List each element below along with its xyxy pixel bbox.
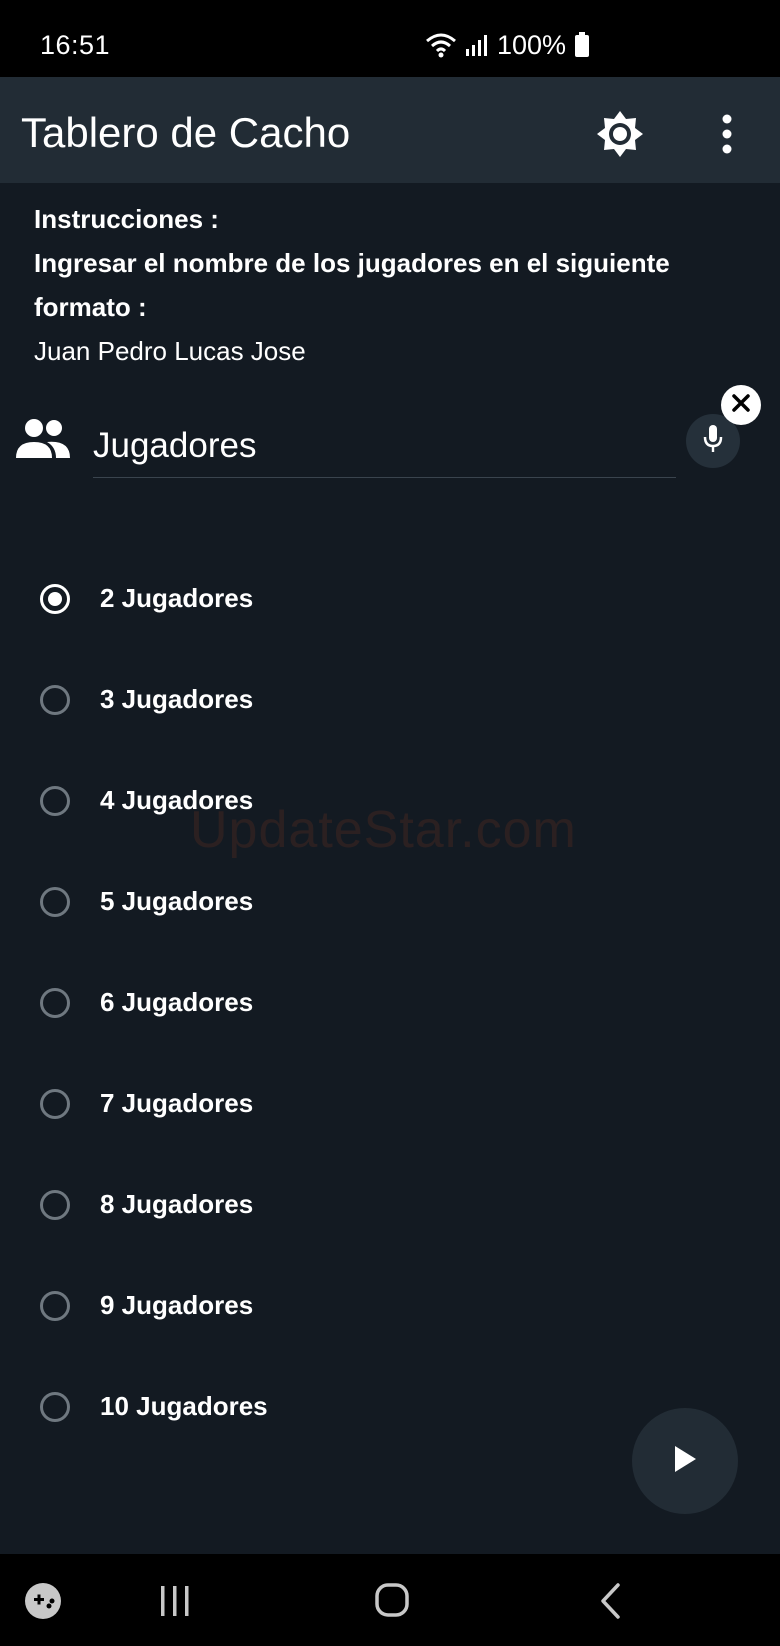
mic-icon bbox=[702, 424, 724, 459]
watermark: UpdateStar.com bbox=[190, 801, 577, 859]
radio-option-8[interactable]: 8 Jugadores bbox=[0, 1154, 780, 1255]
wifi-icon bbox=[425, 32, 457, 58]
more-vert-icon bbox=[721, 114, 733, 159]
battery-icon bbox=[574, 32, 590, 58]
radio-option-2[interactable]: 2 Jugadores bbox=[0, 548, 780, 649]
app-title: Tablero de Cacho bbox=[21, 109, 351, 156]
close-icon bbox=[731, 393, 751, 418]
radio-label: 2 Jugadores bbox=[100, 583, 254, 613]
status-bar: 16:51 100% bbox=[0, 0, 780, 77]
app-bar: Tablero de Cacho bbox=[0, 77, 780, 183]
back-icon[interactable] bbox=[596, 1582, 626, 1620]
radio-option-9[interactable]: 9 Jugadores bbox=[0, 1255, 780, 1356]
status-time: 16:51 bbox=[40, 30, 111, 60]
radio-label: 9 Jugadores bbox=[100, 1290, 254, 1320]
app-screen: 16:51 100% Tablero de Cacho Instruccione… bbox=[0, 0, 780, 1646]
status-icons: 100% bbox=[425, 28, 590, 62]
start-game-fab[interactable] bbox=[632, 1408, 738, 1514]
radio-button[interactable] bbox=[40, 1391, 70, 1422]
game-icon[interactable] bbox=[24, 1582, 62, 1620]
brightness-button[interactable] bbox=[592, 108, 648, 164]
radio-button[interactable] bbox=[40, 987, 70, 1018]
recents-icon[interactable] bbox=[157, 1584, 193, 1618]
brightness-icon bbox=[595, 109, 645, 164]
radio-label: 10 Jugadores bbox=[100, 1391, 268, 1421]
more-options-button[interactable] bbox=[704, 108, 750, 164]
radio-button[interactable] bbox=[40, 583, 70, 614]
instructions-example: Juan Pedro Lucas Jose bbox=[34, 336, 306, 366]
radio-option-7[interactable]: 7 Jugadores bbox=[0, 1053, 780, 1154]
radio-button[interactable] bbox=[40, 1088, 70, 1119]
radio-button[interactable] bbox=[40, 886, 70, 917]
signal-icon bbox=[465, 33, 489, 57]
radio-button[interactable] bbox=[40, 684, 70, 715]
battery-level: 100% bbox=[496, 29, 566, 60]
radio-label: 8 Jugadores bbox=[100, 1189, 254, 1219]
instructions-block: Instrucciones : Ingresar el nombre de lo… bbox=[34, 197, 754, 373]
instructions-text: Ingresar el nombre de los jugadores en e… bbox=[34, 248, 670, 322]
players-input[interactable] bbox=[93, 420, 676, 478]
system-nav-bar bbox=[0, 1554, 780, 1646]
people-icon bbox=[14, 418, 72, 460]
instructions-heading: Instrucciones : bbox=[34, 204, 219, 234]
radio-label: 7 Jugadores bbox=[100, 1088, 254, 1118]
radio-button[interactable] bbox=[40, 785, 70, 816]
radio-option-6[interactable]: 6 Jugadores bbox=[0, 952, 780, 1053]
radio-option-3[interactable]: 3 Jugadores bbox=[0, 649, 780, 750]
radio-option-5[interactable]: 5 Jugadores bbox=[0, 851, 780, 952]
radio-label: 6 Jugadores bbox=[100, 987, 254, 1017]
home-icon[interactable] bbox=[374, 1582, 410, 1618]
clear-input-button[interactable] bbox=[721, 385, 761, 425]
play-icon bbox=[672, 1444, 698, 1479]
radio-button[interactable] bbox=[40, 1189, 70, 1220]
radio-label: 3 Jugadores bbox=[100, 684, 254, 714]
radio-button[interactable] bbox=[40, 1290, 70, 1321]
radio-label: 5 Jugadores bbox=[100, 886, 254, 916]
player-count-radio-group: 2 Jugadores 3 Jugadores 4 Jugadores 5 Ju… bbox=[0, 548, 780, 1457]
